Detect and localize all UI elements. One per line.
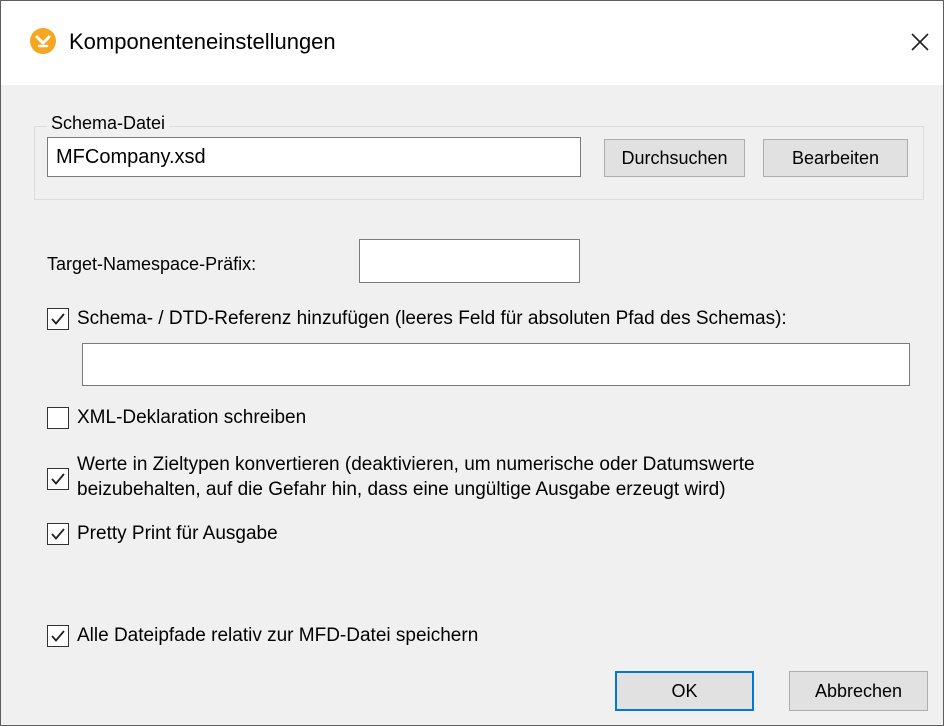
checkmark-icon [51, 528, 65, 540]
close-button[interactable] [897, 15, 943, 71]
namespace-prefix-input[interactable] [359, 239, 580, 283]
namespace-prefix-label: Target-Namespace-Präfix: [47, 254, 257, 274]
checkmark-icon [51, 630, 65, 642]
xml-declaration-checkbox[interactable] [47, 407, 69, 429]
pretty-print-label: Pretty Print für Ausgabe [77, 523, 278, 544]
window-title: Komponenteneinstellungen [69, 29, 336, 54]
schema-reference-checkbox[interactable] [47, 308, 69, 330]
close-icon [911, 33, 929, 51]
browse-button[interactable]: Durchsuchen [604, 139, 745, 177]
schema-reference-label: Schema- / DTD-Referenz hinzufügen (leere… [77, 308, 787, 329]
cancel-button[interactable]: Abbrechen [789, 671, 928, 711]
relative-paths-label: Alle Dateipfade relativ zur MFD-Datei sp… [77, 625, 479, 646]
xml-declaration-label: XML-Deklaration schreiben [77, 407, 307, 428]
component-settings-dialog: Komponenteneinstellungen Schema-Datei Du… [0, 0, 944, 726]
convert-values-label-line2: beizubehalten, auf die Gefahr hin, dass … [77, 479, 726, 500]
convert-values-checkbox[interactable] [47, 468, 69, 490]
title-bar: Komponenteneinstellungen [1, 1, 943, 85]
schema-reference-input[interactable] [82, 343, 910, 386]
checkmark-icon [51, 313, 65, 325]
edit-button[interactable]: Bearbeiten [763, 139, 908, 177]
mapforce-app-icon [30, 28, 56, 54]
pretty-print-checkbox[interactable] [47, 523, 69, 545]
convert-values-label-line1: Werte in Zieltypen konvertieren (deaktiv… [77, 454, 755, 475]
ok-button[interactable]: OK [615, 671, 754, 711]
relative-paths-checkbox[interactable] [47, 625, 69, 647]
schema-file-input[interactable] [47, 137, 581, 177]
schema-file-group-legend: Schema-Datei [47, 112, 170, 134]
checkmark-icon [51, 473, 65, 485]
